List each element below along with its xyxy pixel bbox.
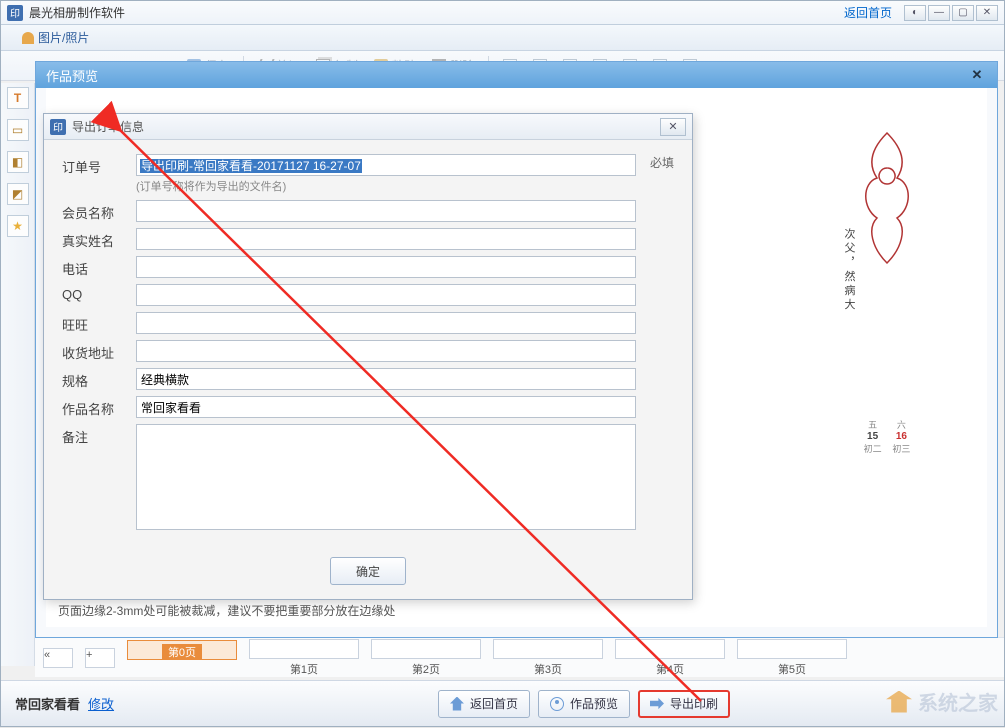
page-thumb-5[interactable]: 第5页 xyxy=(737,639,847,677)
favorite-tool[interactable]: ★ xyxy=(7,215,29,237)
page-thumb-strip: « + 第0页 第1页 第2页 第3页 第4页 第5页 xyxy=(35,637,1004,677)
eye-icon xyxy=(550,697,564,711)
app-icon: 印 xyxy=(50,119,66,135)
maximize-button[interactable]: ▢ xyxy=(952,5,974,21)
skin-button[interactable]: ◐ xyxy=(904,5,926,21)
close-button[interactable]: ✕ xyxy=(976,5,998,21)
label-wangwang: 旺旺 xyxy=(62,312,136,334)
app-icon: 印 xyxy=(7,5,23,21)
person-icon xyxy=(22,32,34,44)
app-window: 印 晨光相册制作软件 返回首页 ◐ — ▢ ✕ 图片/照片 保存 剪切 复制 粘… xyxy=(0,0,1005,727)
page-thumb-0[interactable]: 第0页 xyxy=(127,640,237,676)
tab-photo-label: 图片/照片 xyxy=(38,29,89,46)
input-member[interactable] xyxy=(136,200,636,222)
label-qq: QQ xyxy=(62,284,136,302)
tool-3[interactable]: ◩ xyxy=(7,183,29,205)
left-tool-strip: T ▭ ◧ ◩ ★ xyxy=(1,83,35,666)
tool-1[interactable]: ▭ xyxy=(7,119,29,141)
app-title: 晨光相册制作软件 xyxy=(29,4,125,21)
input-address[interactable] xyxy=(136,340,636,362)
status-back-button[interactable]: 返回首页 xyxy=(438,690,530,718)
export-dialog-title: 导出订单信息 xyxy=(72,118,144,135)
input-order-no-value: 导出印刷-常回家看看-20171127 16-27-07 xyxy=(140,159,362,173)
titlebar: 印 晨光相册制作软件 返回首页 ◐ — ▢ ✕ xyxy=(1,1,1004,25)
thumb-nav-left[interactable]: « xyxy=(43,648,73,668)
preview-title: 作品预览 xyxy=(46,66,98,85)
label-member: 会员名称 xyxy=(62,200,136,222)
required-badge: 必填 xyxy=(650,154,674,171)
label-spec: 规格 xyxy=(62,368,136,390)
input-spec[interactable] xyxy=(136,368,636,390)
label-remark: 备注 xyxy=(62,424,136,446)
home-icon xyxy=(450,697,464,711)
export-dialog-close[interactable]: ✕ xyxy=(660,118,686,136)
input-realname[interactable] xyxy=(136,228,636,250)
minimize-button[interactable]: — xyxy=(928,5,950,21)
status-preview-button[interactable]: 作品预览 xyxy=(538,690,630,718)
page-thumb-4[interactable]: 第4页 xyxy=(615,639,725,677)
text-tool[interactable]: T xyxy=(7,87,29,109)
status-export-button[interactable]: 导出印刷 xyxy=(638,690,730,718)
page-thumb-2[interactable]: 第2页 xyxy=(371,639,481,677)
preview-close-button[interactable]: ✕ xyxy=(967,66,987,84)
status-bar: 常回家看看 修改 返回首页 作品预览 导出印刷 xyxy=(1,680,1004,726)
export-dialog: 印 导出订单信息 ✕ 订单号 导出印刷-常回家看看-20171127 16-27… xyxy=(43,113,693,600)
label-workname: 作品名称 xyxy=(62,396,136,418)
preview-side-text: 次 父 ， 然 病 大 xyxy=(839,228,857,309)
preview-ornament xyxy=(857,128,927,288)
hint-order-no: (订单号称将作为导出的文件名) xyxy=(136,178,642,194)
tab-photo[interactable]: 图片/照片 xyxy=(9,24,102,50)
preview-calendar: 五15初二 六16初三 xyxy=(857,418,917,455)
thumb-add[interactable]: + xyxy=(85,648,115,668)
status-workname: 常回家看看 xyxy=(15,694,80,713)
preview-hint: 页面边缘2-3mm处可能被裁减，建议不要把重要部分放在边缘处 xyxy=(58,602,395,619)
page-thumb-1[interactable]: 第1页 xyxy=(249,639,359,677)
label-realname: 真实姓名 xyxy=(62,228,136,250)
page-thumb-3[interactable]: 第3页 xyxy=(493,639,603,677)
label-address: 收货地址 xyxy=(62,340,136,362)
input-remark[interactable] xyxy=(136,424,636,530)
preview-titlebar: 作品预览 ✕ xyxy=(36,62,997,88)
home-link[interactable]: 返回首页 xyxy=(844,4,892,21)
label-phone: 电话 xyxy=(62,256,136,278)
export-dialog-body: 订单号 导出印刷-常回家看看-20171127 16-27-07 (订单号称将作… xyxy=(44,140,692,549)
tool-2[interactable]: ◧ xyxy=(7,151,29,173)
export-icon xyxy=(650,697,664,711)
ribbon-tabs: 图片/照片 xyxy=(1,25,1004,51)
export-dialog-titlebar: 印 导出订单信息 ✕ xyxy=(44,114,692,140)
input-qq[interactable] xyxy=(136,284,636,306)
input-phone[interactable] xyxy=(136,256,636,278)
label-order-no: 订单号 xyxy=(62,154,136,176)
input-wangwang[interactable] xyxy=(136,312,636,334)
modify-link[interactable]: 修改 xyxy=(88,694,114,713)
input-workname[interactable] xyxy=(136,396,636,418)
ok-button[interactable]: 确定 xyxy=(330,557,406,585)
